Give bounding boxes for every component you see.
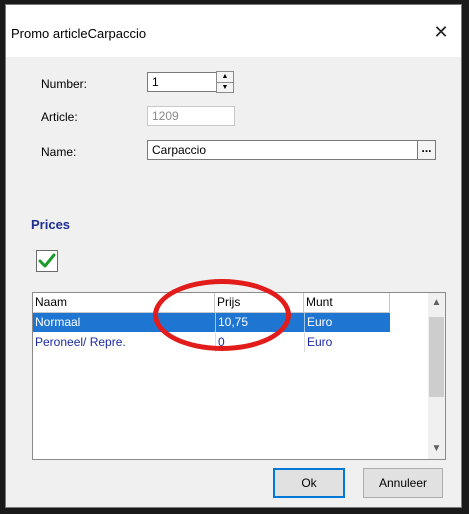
article-label: Article: bbox=[41, 110, 78, 124]
prices-checkbox[interactable] bbox=[36, 250, 58, 272]
table-row[interactable]: Normaal 10,75 Euro bbox=[33, 313, 390, 332]
window-title: Promo articleCarpaccio bbox=[11, 26, 147, 41]
checkmark-icon bbox=[38, 253, 56, 268]
close-button[interactable]: ✕ bbox=[427, 19, 455, 45]
title-bar: Promo articleCarpaccio ✕ bbox=[6, 5, 461, 57]
scrollbar-thumb[interactable] bbox=[429, 317, 444, 397]
cell-naam: Normaal bbox=[35, 315, 81, 329]
promo-article-dialog: Promo articleCarpaccio ✕ Number: 1 ▲ ▼ A… bbox=[5, 4, 462, 508]
cell-naam: Peroneel/ Repre. bbox=[35, 335, 126, 349]
cell-munt: Euro bbox=[304, 333, 390, 352]
prices-grid[interactable]: Naam Prijs Munt Normaal 10,75 Euro Peron… bbox=[32, 292, 446, 460]
scroll-down-icon[interactable]: ▼ bbox=[428, 441, 445, 457]
name-input[interactable]: Carpaccio bbox=[147, 140, 418, 160]
number-label: Number: bbox=[41, 77, 88, 91]
close-icon: ✕ bbox=[433, 22, 449, 42]
ok-button[interactable]: Ok bbox=[273, 468, 345, 498]
column-header-naam[interactable]: Naam bbox=[33, 293, 215, 312]
name-browse-button[interactable]: ... bbox=[417, 140, 436, 160]
grid-vertical-scrollbar[interactable]: ▲ ▼ bbox=[428, 293, 445, 459]
column-header-prijs[interactable]: Prijs bbox=[215, 293, 304, 312]
grid-header-row: Naam Prijs Munt bbox=[33, 293, 390, 313]
cell-prijs: 10,75 bbox=[215, 313, 304, 332]
table-row[interactable]: Peroneel/ Repre. 0 Euro bbox=[33, 333, 390, 352]
column-header-munt[interactable]: Munt bbox=[304, 293, 390, 312]
scroll-up-icon[interactable]: ▲ bbox=[428, 295, 445, 311]
number-stepper[interactable]: ▲ ▼ bbox=[216, 71, 234, 93]
screen-frame-right bbox=[462, 0, 469, 514]
stepper-down-icon[interactable]: ▼ bbox=[217, 83, 233, 93]
cell-prijs: 0 bbox=[215, 333, 304, 352]
number-input[interactable]: 1 bbox=[147, 72, 217, 92]
stepper-up-icon[interactable]: ▲ bbox=[217, 72, 233, 83]
article-field: 1209 bbox=[147, 106, 235, 126]
prices-section-title: Prices bbox=[31, 217, 71, 232]
cancel-button[interactable]: Annuleer bbox=[363, 468, 443, 498]
cell-munt: Euro bbox=[304, 313, 390, 332]
screen-frame-bottom bbox=[0, 508, 469, 514]
name-label: Name: bbox=[41, 145, 77, 159]
